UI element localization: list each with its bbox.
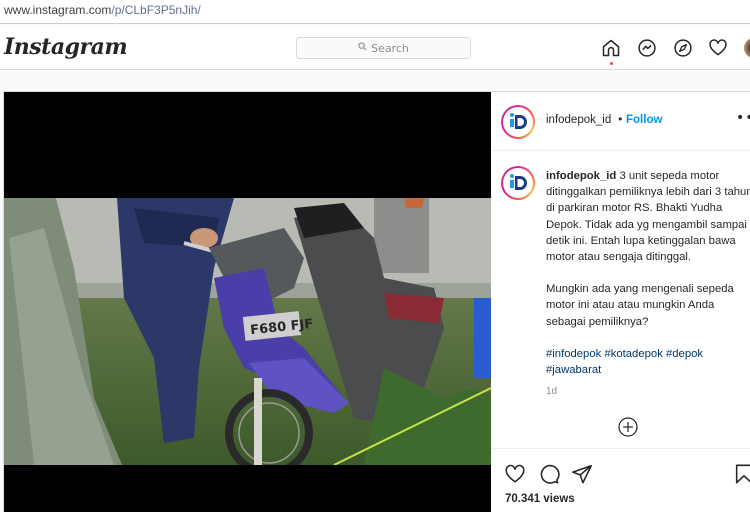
load-more-comments-icon[interactable] xyxy=(618,417,638,437)
like-heart-icon[interactable] xyxy=(504,463,526,485)
video-frame: F680 FJF xyxy=(4,198,491,465)
separator-dot: • xyxy=(617,113,624,126)
hashtag-link[interactable]: #kotadepok xyxy=(604,348,662,360)
url-path: /p/CLbF3P5nJih/ xyxy=(111,3,201,17)
post-caption: infodepok_id 3 unit sepeda motor ditingg… xyxy=(546,168,750,378)
search-icon xyxy=(358,42,367,54)
instagram-logo[interactable]: Instagram xyxy=(4,34,128,60)
post-age[interactable]: 1d xyxy=(546,386,557,397)
hashtags: #infodepok #kotadepok #depok #jawabarat xyxy=(546,346,750,378)
infodepok-logo-icon xyxy=(510,113,527,129)
hashtag-link[interactable]: #infodepok xyxy=(546,348,601,360)
explore-icon[interactable] xyxy=(673,38,693,58)
author-username[interactable]: infodepok_id xyxy=(546,114,611,126)
infodepok-logo-icon xyxy=(510,174,527,190)
home-icon[interactable] xyxy=(601,38,621,65)
search-placeholder: Search xyxy=(371,41,409,55)
caption-author-avatar[interactable] xyxy=(501,166,535,200)
comment-icon[interactable] xyxy=(538,463,560,485)
hashtag-link[interactable]: #depok xyxy=(666,348,703,360)
top-navigation: Instagram Search xyxy=(0,25,750,70)
post-sidebar: infodepok_id • Follow ••• infodepok_id 3… xyxy=(491,92,750,512)
caption-paragraph-2: Mungkin ada yang mengenali sepeda motor … xyxy=(546,283,734,328)
hashtag-link[interactable]: #jawabarat xyxy=(546,364,601,376)
save-bookmark-icon[interactable] xyxy=(733,463,750,485)
browser-address-bar[interactable]: www.instagram.com/p/CLbF3P5nJih/ xyxy=(0,0,750,24)
messenger-icon[interactable] xyxy=(637,38,657,58)
profile-avatar[interactable] xyxy=(744,38,750,58)
activity-heart-icon[interactable] xyxy=(708,38,728,58)
post-actions: 70.341 views xyxy=(491,448,750,512)
post-card: F680 FJF infodepok_id • Follow • infodep… xyxy=(3,91,750,512)
view-count[interactable]: 70.341 views xyxy=(505,493,575,505)
post-video[interactable]: F680 FJF xyxy=(4,92,491,512)
caption-username[interactable]: infodepok_id xyxy=(546,170,616,182)
post-header: infodepok_id • Follow ••• xyxy=(491,92,750,151)
url-text[interactable]: www.instagram.com/p/CLbF3P5nJih/ xyxy=(4,3,201,17)
caption-paragraph-1: 3 unit sepeda motor ditinggalkan pemilik… xyxy=(546,170,750,264)
notification-dot xyxy=(610,62,613,65)
search-input[interactable]: Search xyxy=(296,37,471,59)
url-host: www.instagram.com xyxy=(4,3,112,17)
follow-button[interactable]: Follow xyxy=(626,114,662,126)
author-avatar[interactable] xyxy=(501,105,535,139)
more-options-icon[interactable]: ••• xyxy=(736,110,750,126)
share-send-icon[interactable] xyxy=(571,463,593,485)
